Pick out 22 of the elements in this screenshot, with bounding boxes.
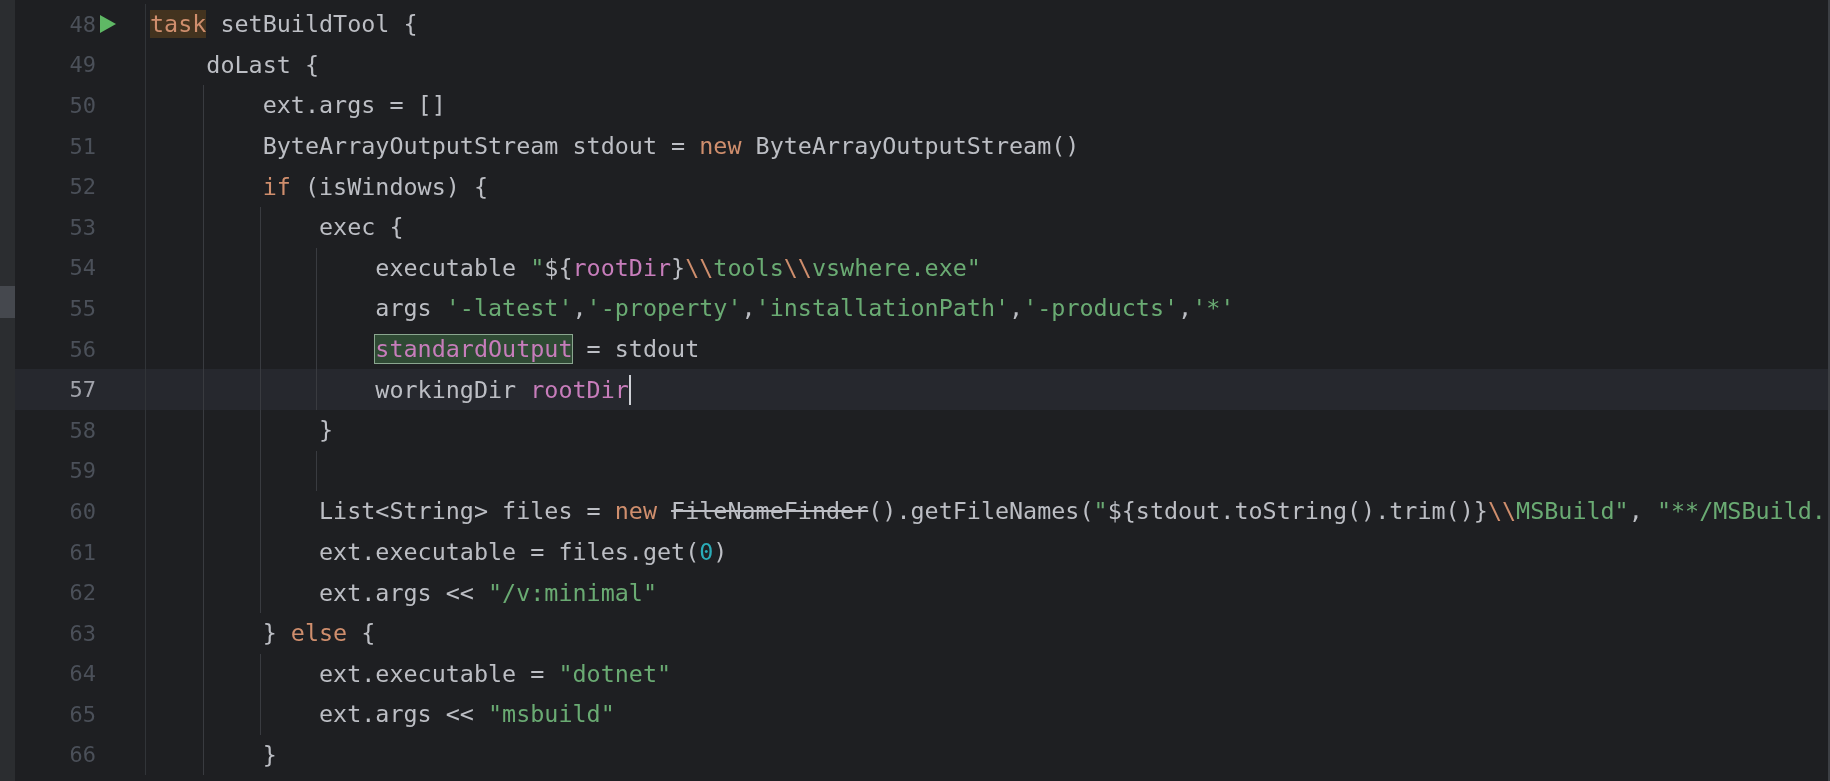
- code-line: if (isWindows) {: [262, 172, 488, 201]
- code-line: List<String> files = new FileNameFinder().getFileNames("${stdout.toString().trim()}\\MSBuild", "**/MSBuild.: [319, 497, 1826, 526]
- text-cursor: [628, 374, 631, 405]
- run-icon[interactable]: [99, 14, 117, 35]
- code-line: task setBuildTool {: [150, 10, 418, 39]
- code-line: }: [262, 741, 277, 769]
- scrollbar-thumb[interactable]: [0, 286, 15, 318]
- code-line: ext.args = []: [262, 91, 446, 120]
- code-line: args '-latest','-property','installationPath','-products','*': [375, 294, 1235, 323]
- code-line: workingDir rootDir: [375, 375, 629, 404]
- code-line: ext.args << "msbuild": [319, 700, 615, 729]
- code-line: } else {: [262, 619, 376, 648]
- code-line: ext.executable = files.get(0): [319, 538, 728, 566]
- code-line: doLast {: [206, 50, 319, 79]
- code-line: executable "${rootDir}\\tools\\vswhere.exe": [375, 253, 981, 282]
- code-line: exec {: [319, 213, 404, 242]
- code-line: }: [319, 416, 334, 445]
- line-number: 57: [68, 377, 96, 403]
- code-line: standardOutput = stdout: [375, 335, 700, 364]
- code-line: ext.args << "/v:minimal": [319, 578, 657, 607]
- code-line: ext.executable = "dotnet": [319, 659, 672, 688]
- code-line: ByteArrayOutputStream stdout = new ByteArrayOutputStream(): [262, 132, 1080, 161]
